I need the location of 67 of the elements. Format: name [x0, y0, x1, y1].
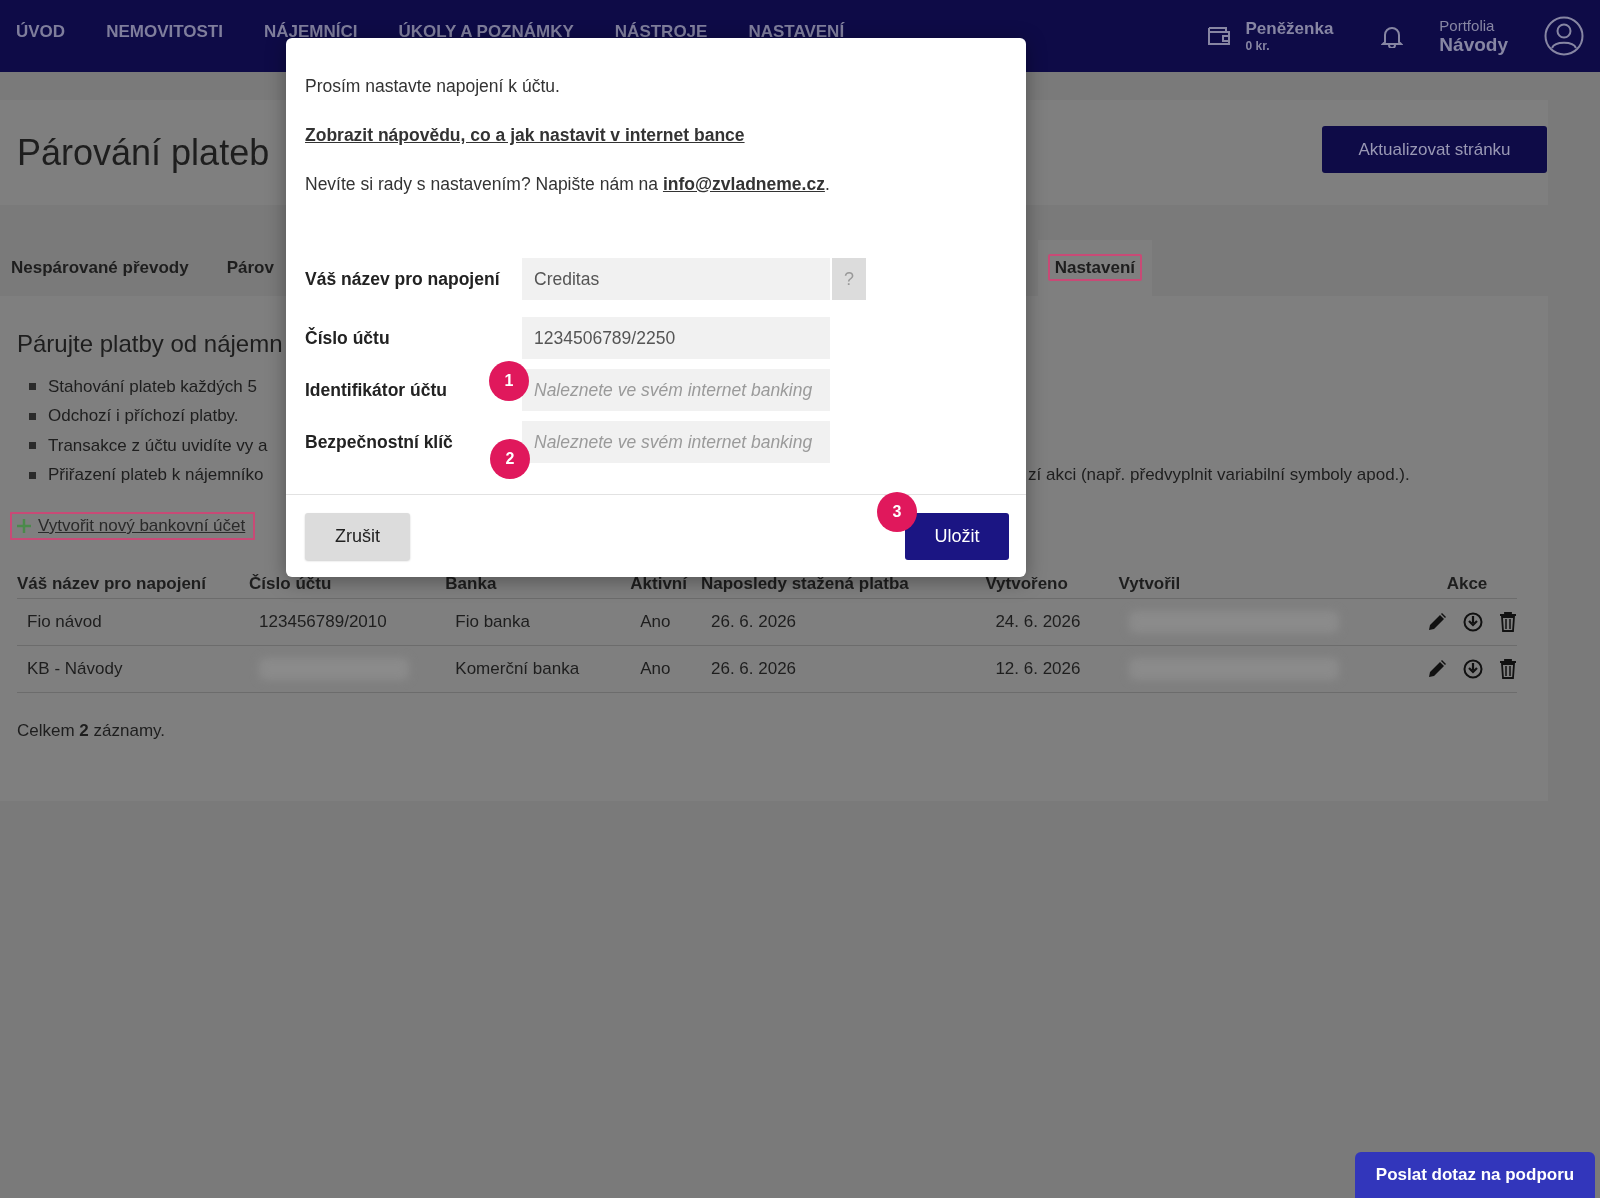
table-cell: 26. 6. 2026 — [710, 659, 797, 678]
field-label: Identifikátor účtu — [305, 379, 447, 400]
page-title: Párování plateb — [17, 131, 270, 174]
nav-link[interactable]: ÚVOD — [16, 22, 66, 42]
table-cell: 26. 6. 2026 — [710, 612, 797, 631]
field-label: Bezpečnostní klíč — [305, 431, 453, 452]
nav-link[interactable]: ÚKOLY A POZNÁMKY — [398, 22, 574, 42]
nav-link[interactable]: NEMOVITOSTI — [106, 22, 223, 42]
step-marker: 1 — [489, 361, 529, 401]
input-field[interactable]: 1234506789/2250 — [522, 317, 830, 359]
bullet-icon — [29, 442, 36, 450]
email-link[interactable]: info@zvladneme.cz — [662, 174, 825, 194]
intro-text: Prosím nastavte napojení k účtu. — [305, 75, 561, 98]
tab[interactable]: Nespárované převody — [0, 240, 196, 296]
table-cell: 123456789/2010 — [259, 612, 387, 631]
list-item-text: zí akci (např. předvyplnit variabilní symboly apod.). — [1028, 465, 1410, 486]
table-cell: Fio banka — [455, 612, 530, 631]
bell-icon[interactable] — [1381, 24, 1404, 48]
cancel-button[interactable]: Zrušit — [305, 513, 410, 560]
save-button[interactable]: Uložit — [905, 513, 1009, 560]
table-cell: Komerční banka — [455, 659, 580, 678]
support-button[interactable]: Poslat dotaz na podporu — [1355, 1152, 1595, 1198]
field-label: Číslo účtu — [305, 327, 390, 348]
nav-link[interactable]: NÁSTROJE — [614, 22, 708, 42]
step-marker: 2 — [490, 439, 530, 479]
table-cell: 24. 6. 2026 — [995, 612, 1081, 631]
column-header: Vytvořil — [1118, 570, 1417, 599]
table-cell: Ano — [640, 612, 671, 631]
list-item-text: Stahování plateb každých 5 — [48, 376, 257, 397]
column-header: Akce — [1416, 570, 1517, 599]
table-cell: KB - Návody — [27, 659, 123, 678]
pencil-icon[interactable] — [1426, 612, 1447, 632]
nav-link[interactable]: NASTAVENÍ — [748, 22, 845, 42]
table-cell: 12. 6. 2026 — [995, 659, 1081, 678]
pencil-icon[interactable] — [1426, 659, 1447, 679]
table-cell: Fio návod — [27, 612, 102, 631]
step-marker: 3 — [877, 492, 917, 532]
input-field[interactable]: Naleznete ve svém internet banking — [522, 369, 830, 411]
list-item-text: Transakce z účtu uvidíte vy a — [48, 435, 268, 456]
create-account-link[interactable]: Vytvořit nový bankovní účet — [10, 512, 256, 540]
wallet-icon[interactable] — [1206, 24, 1233, 48]
avatar-icon[interactable] — [1544, 16, 1584, 56]
refresh-button[interactable]: Aktualizovat stránku — [1322, 126, 1547, 173]
field-label: Váš název pro napojení — [305, 268, 500, 289]
contact-text: Nevíte si rady s nastavením? Napište nám na info@zvladneme.cz. — [305, 173, 831, 196]
list-item-text: Odchozí i příchozí platby. — [48, 406, 239, 427]
table-cell: Ano — [640, 659, 671, 678]
list-item-text: Přiřazení plateb k nájemníko — [48, 465, 264, 486]
input-field[interactable]: Creditas — [522, 258, 830, 300]
download-icon[interactable] — [1462, 659, 1483, 679]
wallet-link[interactable]: Peněženka 0 kr. — [1245, 19, 1334, 53]
bullet-icon — [29, 471, 36, 479]
trash-icon[interactable] — [1498, 612, 1517, 632]
column-header: Váš název pro napojení — [17, 570, 250, 599]
portfolio-switcher[interactable]: Portfolia Návody — [1439, 16, 1508, 56]
tab[interactable]: Párov — [215, 240, 281, 296]
record-count: Celkem 2 záznamy. — [17, 721, 167, 741]
help-link[interactable]: Zobrazit nápovědu, co a jak nastavit v internet bance — [305, 125, 745, 145]
bullet-icon — [29, 383, 36, 391]
bullet-icon — [29, 412, 36, 420]
nav-link[interactable]: NÁJEMNÍCI — [263, 22, 358, 42]
trash-icon[interactable] — [1498, 659, 1517, 679]
plus-icon — [16, 518, 32, 534]
input-field[interactable]: Naleznete ve svém internet banking — [522, 421, 830, 463]
section-heading: Párujte platby od nájemn — [17, 330, 283, 358]
download-icon[interactable] — [1462, 612, 1483, 632]
tab[interactable]: Nastavení — [1037, 240, 1152, 296]
